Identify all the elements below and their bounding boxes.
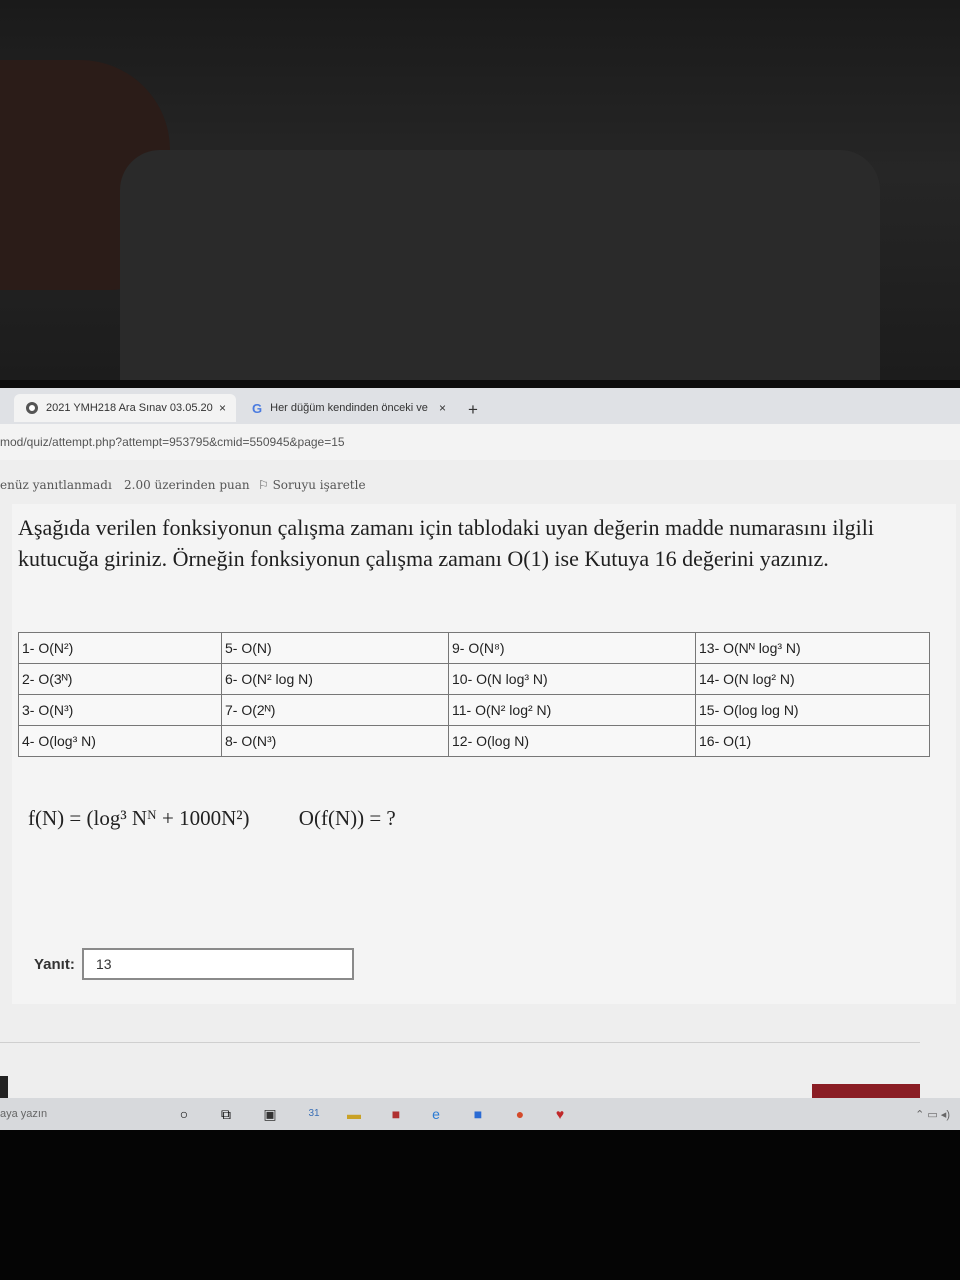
table-cell: 4- O(log³ N) bbox=[18, 725, 222, 757]
tab-title: 2021 YMH218 Ara Sınav 03.05.20 bbox=[46, 402, 213, 414]
table-cell: 9- O(N⁸) bbox=[448, 632, 696, 664]
calendar-icon[interactable]: 31 bbox=[306, 1106, 322, 1122]
table-row: 4- O(log³ N) 8- O(N³) 12- O(log N) 16- O… bbox=[18, 725, 930, 757]
table-row: 2- O(3ᴺ) 6- O(N² log N) 10- O(N log³ N) … bbox=[18, 663, 930, 695]
function-definition: f(N) = (log³ Nᴺ + 1000N²) bbox=[28, 806, 250, 830]
taskbar-search[interactable]: aya yazın bbox=[0, 1098, 170, 1130]
chrome-icon[interactable]: ● bbox=[512, 1106, 528, 1122]
table-cell: 3- O(N³) bbox=[18, 694, 222, 726]
table-cell: 12- O(log N) bbox=[448, 725, 696, 757]
google-icon: G bbox=[252, 400, 263, 416]
tab-title: Her düğüm kendinden önceki ve bbox=[270, 402, 428, 414]
table-cell: 2- O(3ᴺ) bbox=[18, 663, 222, 695]
moodle-icon bbox=[26, 402, 38, 414]
windows-taskbar: aya yazın ○ ⧉ ▣ 31 ▬ ■ e ■ ● ♥ ⌃ ▭ ◂) bbox=[0, 1098, 960, 1130]
table-cell: 16- O(1) bbox=[695, 725, 930, 757]
question-text: Aşağıda verilen fonksiyonun çalışma zama… bbox=[18, 515, 874, 571]
next-page-button[interactable] bbox=[812, 1084, 920, 1098]
edge-icon[interactable]: e bbox=[428, 1106, 444, 1122]
flag-label: Soruyu işaretle bbox=[272, 478, 366, 492]
background-couch bbox=[120, 150, 880, 380]
divider bbox=[0, 1042, 920, 1043]
folder-icon[interactable]: ▬ bbox=[346, 1106, 362, 1122]
flag-icon: ⚐ bbox=[258, 478, 273, 492]
options-table: 1- O(N²) 5- O(N) 9- O(N⁸) 13- O(Nᴺ log³ … bbox=[18, 632, 930, 757]
new-tab-button[interactable]: + bbox=[468, 400, 478, 420]
answer-input[interactable] bbox=[82, 948, 354, 980]
app-icon[interactable]: ■ bbox=[388, 1106, 404, 1122]
background-room bbox=[0, 0, 960, 380]
table-cell: 14- O(N log² N) bbox=[695, 663, 930, 695]
close-icon[interactable]: × bbox=[219, 401, 226, 415]
table-cell: 5- O(N) bbox=[221, 632, 449, 664]
question-box: Aşağıda verilen fonksiyonun çalışma zama… bbox=[12, 504, 956, 1004]
security-icon[interactable]: ♥ bbox=[552, 1106, 568, 1122]
flag-question-link[interactable]: ⚐ Soruyu işaretle bbox=[258, 470, 366, 500]
points-text: 2.00 üzerinden puan bbox=[124, 478, 250, 492]
task-view-icon[interactable]: ⧉ bbox=[218, 1106, 234, 1122]
table-cell: 11- O(N² log² N) bbox=[448, 694, 696, 726]
laptop-screen: 2021 YMH218 Ara Sınav 03.05.20 × G Her d… bbox=[0, 388, 960, 1130]
table-cell: 6- O(N² log N) bbox=[221, 663, 449, 695]
table-cell: 1- O(N²) bbox=[18, 632, 222, 664]
table-cell: 15- O(log log N) bbox=[695, 694, 930, 726]
table-row: 3- O(N³) 7- O(2ᴺ) 11- O(N² log² N) 15- O… bbox=[18, 694, 930, 726]
sidebar-edge bbox=[0, 1076, 8, 1098]
laptop-bezel bbox=[0, 1130, 960, 1280]
table-cell: 7- O(2ᴺ) bbox=[221, 694, 449, 726]
address-bar[interactable]: mod/quiz/attempt.php?attempt=953795&cmid… bbox=[0, 424, 960, 460]
answer-label: Yanıt: bbox=[34, 956, 75, 973]
system-tray[interactable]: ⌃ ▭ ◂) bbox=[915, 1108, 950, 1121]
tab-google[interactable]: G Her düğüm kendinden önceki ve × bbox=[240, 394, 456, 422]
cortana-icon[interactable]: ○ bbox=[176, 1106, 192, 1122]
url-text: mod/quiz/attempt.php?attempt=953795&cmid… bbox=[0, 435, 345, 449]
table-cell: 13- O(Nᴺ log³ N) bbox=[695, 632, 930, 664]
close-icon[interactable]: × bbox=[439, 401, 446, 415]
complexity-query: O(f(N)) = ? bbox=[298, 806, 396, 830]
table-cell: 8- O(N³) bbox=[221, 725, 449, 757]
formula: f(N) = (log³ Nᴺ + 1000N²) O(f(N)) = ? bbox=[28, 806, 396, 831]
table-cell: 10- O(N log³ N) bbox=[448, 663, 696, 695]
tab-exam[interactable]: 2021 YMH218 Ara Sınav 03.05.20 × bbox=[14, 394, 236, 422]
status-text: enüz yanıtlanmadı bbox=[0, 478, 112, 492]
messaging-icon[interactable]: ■ bbox=[470, 1106, 486, 1122]
browser-tab-bar: 2021 YMH218 Ara Sınav 03.05.20 × G Her d… bbox=[0, 388, 960, 424]
table-row: 1- O(N²) 5- O(N) 9- O(N⁸) 13- O(Nᴺ log³ … bbox=[18, 632, 930, 664]
store-icon[interactable]: ▣ bbox=[262, 1106, 278, 1122]
